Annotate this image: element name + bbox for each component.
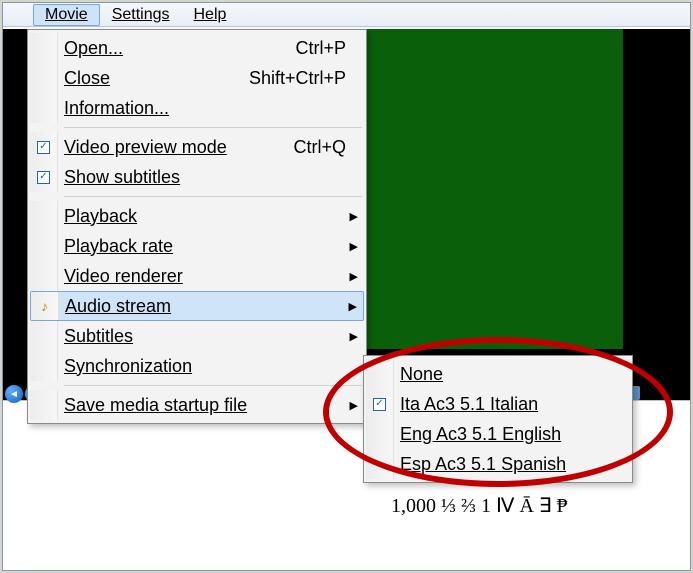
menubar-item-help[interactable]: Help: [182, 4, 239, 26]
menu-item-playback-rate[interactable]: Playback rate ▶: [30, 231, 364, 261]
checkbox-checked-icon: ✓: [37, 171, 50, 184]
menu-item-close[interactable]: Close Shift+Ctrl+P: [30, 63, 364, 93]
menu-item-open[interactable]: Open... Ctrl+P: [30, 33, 364, 63]
submenu-arrow-icon: ▶: [350, 210, 358, 223]
menu-separator: [64, 127, 362, 128]
submenu-item-esp[interactable]: Esp Ac3 5.1 Spanish: [366, 449, 630, 479]
menu-item-audio-stream[interactable]: ♪ Audio stream ▶: [30, 291, 364, 321]
menubar-item-settings[interactable]: Settings: [100, 4, 182, 26]
menu-item-subtitles[interactable]: Subtitles ▶: [30, 321, 364, 351]
prev-button[interactable]: ◄: [5, 385, 23, 403]
menubar: Movie Settings Help: [3, 3, 690, 27]
menu-item-information[interactable]: Information...: [30, 93, 364, 123]
menu-item-save-startup[interactable]: Save media startup file ▶: [30, 390, 364, 420]
submenu-item-ita[interactable]: ✓ Ita Ac3 5.1 Italian: [366, 389, 630, 419]
menu-item-playback[interactable]: Playback ▶: [30, 201, 364, 231]
submenu-arrow-icon: ▶: [350, 240, 358, 253]
submenu-item-eng[interactable]: Eng Ac3 5.1 English: [366, 419, 630, 449]
music-note-icon: ♪: [41, 298, 48, 314]
menu-item-video-renderer[interactable]: Video renderer ▶: [30, 261, 364, 291]
menu-item-show-subtitles[interactable]: ✓ Show subtitles: [30, 162, 364, 192]
menu-separator: [64, 196, 362, 197]
status-sample-text: 1,000 ⅓ ⅔ 1 Ⅳ Ā ∃ ₱: [391, 493, 568, 518]
menu-item-synchronization[interactable]: Synchronization: [30, 351, 364, 381]
movie-menu: Open... Ctrl+P Close Shift+Ctrl+P Inform…: [27, 29, 367, 424]
submenu-item-none[interactable]: None: [366, 359, 630, 389]
checkbox-checked-icon: ✓: [373, 398, 386, 411]
menu-item-video-preview[interactable]: ✓ Video preview mode Ctrl+Q: [30, 132, 364, 162]
submenu-arrow-icon: ▶: [350, 330, 358, 343]
submenu-arrow-icon: ▶: [349, 300, 357, 313]
menu-separator: [64, 385, 362, 386]
submenu-arrow-icon: ▶: [350, 270, 358, 283]
timeline-marker[interactable]: [632, 386, 640, 400]
app-window: Movie Settings Help ✦ ◄ ▶ 1,000 ⅓ ⅔ 1 Ⅳ …: [2, 2, 691, 571]
submenu-arrow-icon: ▶: [350, 399, 358, 412]
audio-stream-submenu: None ✓ Ita Ac3 5.1 Italian Eng Ac3 5.1 E…: [363, 355, 633, 483]
menubar-item-movie[interactable]: Movie: [33, 4, 100, 26]
checkbox-checked-icon: ✓: [37, 141, 50, 154]
